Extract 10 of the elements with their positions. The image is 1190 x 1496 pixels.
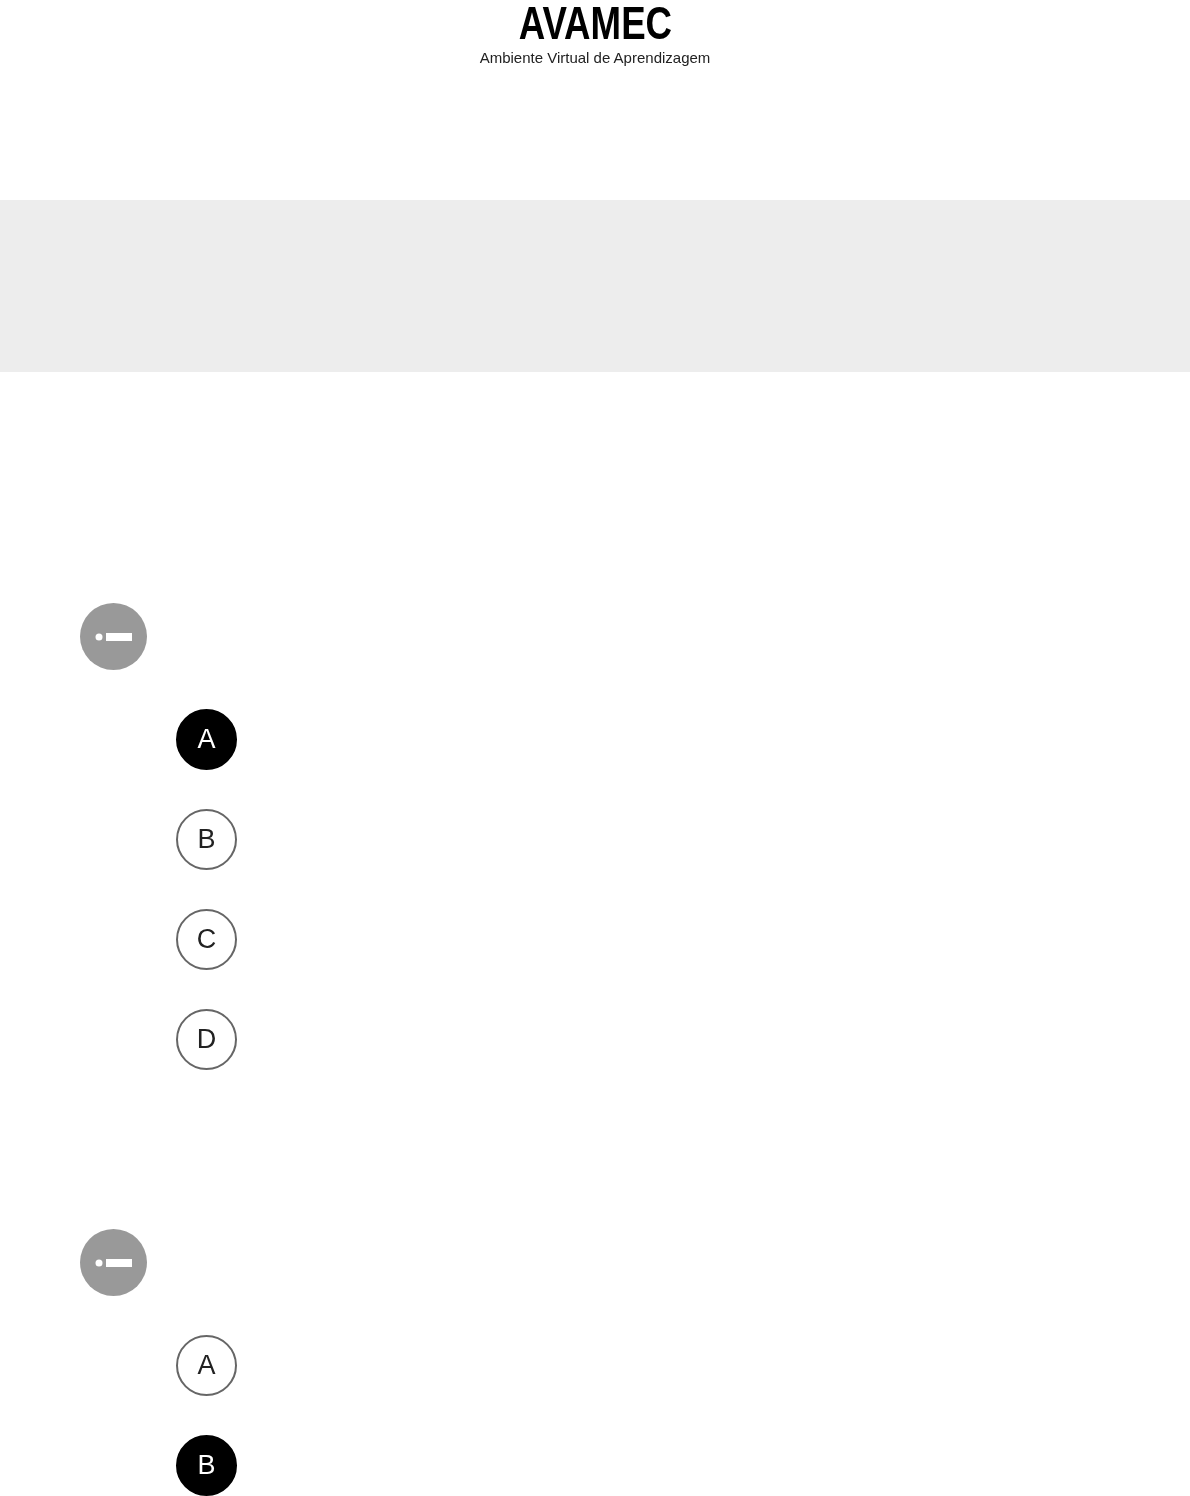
option-button[interactable]: B — [176, 1435, 237, 1496]
logo-subtitle: Ambiente Virtual de Aprendizagem — [479, 49, 711, 67]
logo: AVAMEC — [518, 0, 672, 46]
option-button[interactable]: D — [176, 1009, 237, 1070]
option-button[interactable]: A — [176, 1335, 237, 1396]
option-button[interactable]: C — [176, 909, 237, 970]
option-button[interactable]: A — [176, 709, 237, 770]
option-button[interactable]: B — [176, 809, 237, 870]
dot-dash-icon — [80, 1229, 147, 1296]
dot-dash-icon — [80, 603, 147, 670]
